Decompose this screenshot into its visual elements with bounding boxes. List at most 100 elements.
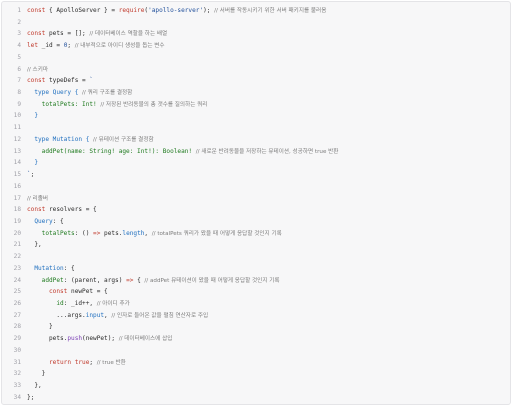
line-number: 23 [13, 264, 21, 272]
line-source: `; [27, 169, 510, 181]
code-line: 6 // 스키마 [2, 64, 510, 76]
code-line: 4 let _id = 0; // 내부적으로 아이디 생성을 돕는 변수 [2, 40, 510, 52]
line-source: } [27, 368, 510, 380]
code-line: 3 const pets = []; // 데이터베이스 역할을 하는 배열 [2, 28, 510, 40]
code-token: // 서버를 작동시키기 위한 서버 패키지를 불러옴 [214, 8, 327, 14]
code-line: 5 [2, 52, 510, 64]
code-token: ` [89, 77, 94, 85]
code-token: } [27, 112, 39, 120]
code-line: 16 [2, 181, 510, 193]
code-line: 28 } [2, 321, 510, 333]
code-token: const [27, 30, 46, 38]
code-token: require [118, 7, 145, 14]
line-number: 25 [13, 288, 21, 296]
line-source: totalPets: Int! // 저장된 반려동물의 총 갯수를 질의하는 … [27, 99, 510, 111]
code-token: const [27, 206, 46, 214]
code-token: } [27, 323, 53, 331]
code-line: 20 totalPets: () => pets.length, // tota… [2, 228, 510, 240]
line-source: }; [27, 392, 510, 404]
line-number: 1 [17, 7, 21, 14]
code-token: totalPets: Int! [27, 100, 101, 108]
code-token: // 인자로 들어온 값을 펼침 연산자로 주입 [111, 312, 209, 319]
line-number: 22 [13, 253, 21, 261]
code-token: type Query { [27, 89, 83, 97]
code-token: newPet = { [67, 288, 108, 296]
line-number: 9 [17, 100, 21, 108]
code-line: 19 Query: { [2, 216, 510, 228]
code-token: // 뮤테이션 구조를 결정함 [93, 136, 154, 143]
code-token: , [144, 229, 152, 237]
line-source [27, 181, 510, 193]
line-source: totalPets: () => pets.length, // totalPe… [27, 228, 510, 240]
line-source: type Mutation { // 뮤테이션 구조를 결정함 [27, 134, 510, 146]
line-source: // 리졸버 [27, 193, 510, 205]
line-source: } [27, 157, 510, 169]
code-token: // 아이디 추가 [96, 300, 130, 307]
code-token: } [27, 159, 39, 167]
code-token: const [27, 7, 46, 14]
code-token: _id = [38, 42, 64, 50]
code-token: : { [52, 217, 64, 225]
code-line: 22 [2, 251, 510, 263]
line-source: Mutation: { [27, 263, 510, 275]
code-token: }, [27, 382, 42, 389]
line-source [27, 403, 510, 404]
code-token: input [85, 311, 105, 319]
code-line: 35 [2, 403, 510, 404]
code-token: : { [63, 264, 75, 272]
line-number: 15 [13, 171, 21, 179]
code-token: pets = []; [45, 30, 90, 38]
code-line: 2 [2, 17, 510, 29]
code-line: 13 addPet(name: String! age: Int!): Bool… [2, 146, 510, 158]
code-token: type Mutation { [27, 135, 94, 143]
code-line: 9 totalPets: Int! // 저장된 반려동물의 총 갯수를 질의하… [2, 99, 510, 111]
line-source: const typeDefs = ` [27, 75, 510, 87]
code-editor[interactable]: 1 const { ApolloServer } = require('apoll… [1, 1, 511, 405]
line-number: 3 [17, 30, 21, 38]
line-number: 11 [13, 124, 21, 132]
line-number: 13 [13, 147, 21, 155]
line-source: pets.push(newPet); // 데이터베이스에 삽입 [27, 333, 510, 345]
line-number: 21 [13, 241, 21, 249]
line-number: 20 [13, 229, 21, 237]
line-number: 12 [13, 135, 21, 143]
line-source [27, 52, 510, 64]
line-number: 35 [2, 403, 27, 404]
code-token: push [67, 335, 83, 343]
line-source: const { ApolloServer } = require('apollo… [27, 5, 510, 17]
line-source: const newPet = { [27, 286, 510, 298]
line-source: let _id = 0; // 내부적으로 아이디 생성을 돕는 변수 [27, 40, 510, 52]
code-token: pets. [27, 335, 68, 343]
line-source: const resolvers = { [27, 204, 510, 216]
code-line: 17 // 리졸버 [2, 193, 510, 205]
line-number: 7 [17, 77, 21, 85]
code-block: 1 const { ApolloServer } = require('apoll… [2, 5, 510, 404]
code-line: 10 } [2, 110, 510, 122]
code-line: 8 type Query { // 쿼리 구조를 결정함 [2, 87, 510, 99]
code-token: ; [67, 42, 75, 50]
code-token: // 내부적으로 아이디 생성을 돕는 변수 [74, 43, 165, 50]
code-line: 31 return true; // true 반환 [2, 357, 510, 369]
code-token: return [27, 358, 72, 366]
code-token: } [27, 370, 46, 378]
line-number: 30 [13, 346, 21, 354]
code-token: addPet(name: String! age: Int!): Boolean… [27, 147, 196, 155]
code-token: // 새로운 반려동물을 저장하는 뮤테이션, 성공하면 true 반환 [195, 148, 339, 155]
code-token: typeDefs = [45, 77, 90, 85]
line-number: 32 [13, 370, 21, 378]
line-source: } [27, 321, 510, 333]
code-line: 24 addPet: (parent, args) => { // addPet… [2, 275, 510, 287]
line-source: }, [27, 239, 510, 251]
line-number: 18 [13, 206, 21, 214]
line-source: addPet(name: String! age: Int!): Boolean… [27, 146, 510, 158]
code-token: ...args. [27, 311, 86, 319]
line-number: 19 [13, 217, 21, 225]
code-token: // 쿼리 구조를 결정함 [82, 90, 133, 97]
code-line: 12 type Mutation { // 뮤테이션 구조를 결정함 [2, 134, 510, 146]
line-number: 14 [13, 159, 21, 167]
code-token: { [133, 276, 145, 284]
code-line: 29 pets.push(newPet); // 데이터베이스에 삽입 [2, 333, 510, 345]
code-token: resolvers = { [45, 206, 97, 214]
line-source: } [27, 110, 510, 122]
line-number: 34 [13, 393, 21, 401]
